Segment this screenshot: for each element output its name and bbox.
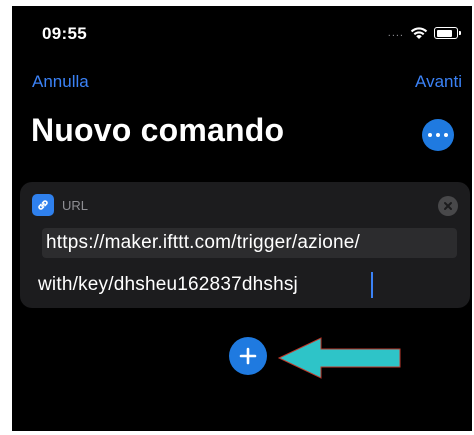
next-button[interactable]: Avanti [415,72,462,92]
link-icon [32,194,54,216]
text-cursor [371,272,373,298]
close-icon [444,202,452,210]
cancel-button[interactable]: Annulla [32,72,89,92]
status-time: 09:55 [42,24,87,43]
url-action-card[interactable]: URL https://maker.ifttt.com/trigger/azio… [20,182,470,308]
remove-action-button[interactable] [438,196,458,216]
page-title: Nuovo comando [31,112,285,148]
status-indicators: .... [387,26,461,40]
more-options-button[interactable] [422,119,454,151]
wifi-icon [410,27,428,39]
action-label: URL [62,197,89,213]
phone-screen: 09:55 .... Annulla Avanti Nuovo comando … [12,6,472,431]
url-text-line-1[interactable]: https://maker.ifttt.com/trigger/azione/ [46,232,360,254]
add-action-button[interactable] [229,337,267,375]
cellular-signal-icon: .... [387,27,404,39]
plus-icon [239,347,257,365]
url-text-line-2[interactable]: with/key/dhsheu162837dhshsj [38,274,298,296]
ellipsis-icon [428,133,432,137]
battery-level [436,29,452,37]
annotation-arrow-icon [277,337,401,379]
action-header: URL [32,194,88,216]
battery-icon [434,27,461,39]
